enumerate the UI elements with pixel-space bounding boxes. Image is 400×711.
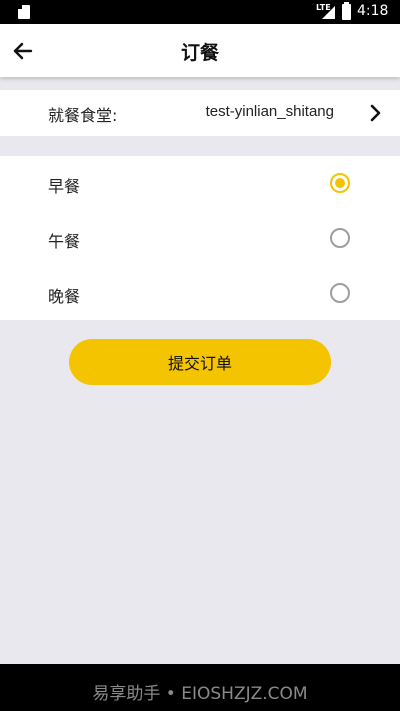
meal-label: 午餐 bbox=[48, 232, 81, 251]
radio-dinner[interactable] bbox=[330, 283, 350, 303]
page-title: 订餐 bbox=[180, 42, 219, 64]
meal-option-lunch[interactable]: 午餐 bbox=[0, 211, 400, 265]
meal-label: 早餐 bbox=[48, 177, 81, 196]
status-bar: LTE 4:18 bbox=[0, 0, 400, 24]
watermark: 易享助手 • EIOSHZJZ.COM bbox=[92, 684, 308, 704]
status-time: 4:18 bbox=[357, 3, 389, 19]
chevron-right-icon bbox=[370, 104, 381, 122]
radio-lunch[interactable] bbox=[330, 228, 350, 248]
battery-icon bbox=[342, 2, 351, 20]
canteen-label: 就餐食堂: bbox=[48, 106, 118, 125]
meal-option-breakfast[interactable]: 早餐 bbox=[0, 156, 400, 210]
meal-label: 晚餐 bbox=[48, 287, 81, 306]
submit-order-button[interactable]: 提交订单 bbox=[69, 339, 331, 385]
meal-option-dinner[interactable]: 晚餐 bbox=[0, 266, 400, 320]
signal-icon bbox=[322, 6, 335, 19]
radio-breakfast[interactable] bbox=[330, 173, 350, 193]
canteen-selector[interactable]: 就餐食堂: test-yinlian_shitang bbox=[0, 90, 400, 136]
app-bar: 订餐 bbox=[0, 24, 400, 77]
canteen-value: test-yinlian_shitang bbox=[205, 103, 334, 120]
meal-options: 早餐 午餐 晚餐 bbox=[0, 156, 400, 320]
sd-card-icon bbox=[18, 5, 30, 19]
